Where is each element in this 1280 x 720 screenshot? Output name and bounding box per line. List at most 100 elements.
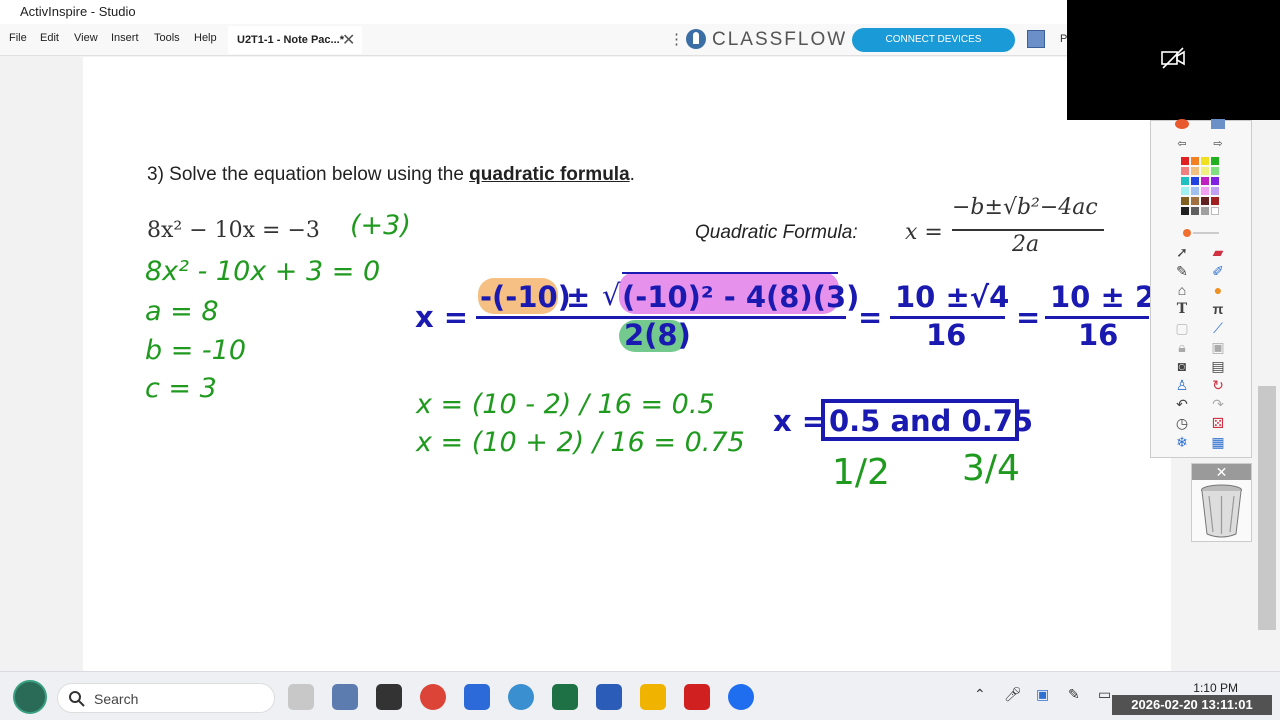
connect-devices-button[interactable]: CONNECT DEVICES <box>852 28 1015 52</box>
color-light-gray[interactable] <box>1201 207 1209 215</box>
chrome-app-icon[interactable] <box>420 684 446 710</box>
color-black[interactable] <box>1181 207 1189 215</box>
width-slider-track[interactable] <box>1193 232 1219 234</box>
color-magenta[interactable] <box>1201 177 1209 185</box>
flipchart-canvas[interactable] <box>83 57 1171 671</box>
menu-file[interactable]: File <box>9 32 27 44</box>
color-tan[interactable] <box>1191 197 1199 205</box>
acrobat-app-icon[interactable] <box>684 684 710 710</box>
shape-icon[interactable]: ● <box>1211 283 1225 297</box>
snowflake-tool-icon[interactable]: ❄ <box>1175 435 1189 449</box>
more-options-icon[interactable]: ⋮ <box>669 30 684 48</box>
video-off-icon <box>1161 47 1185 69</box>
color-orange[interactable] <box>1191 157 1199 165</box>
menu-edit[interactable]: Edit <box>40 32 59 44</box>
radical-overbar <box>622 272 838 274</box>
select-arrow-icon[interactable]: ➚ <box>1175 245 1189 259</box>
color-maroon[interactable] <box>1201 197 1209 205</box>
color-light-magenta[interactable] <box>1201 187 1209 195</box>
color-pink[interactable] <box>1181 167 1189 175</box>
windows-taskbar: Search ⌃ 🎤︎ ▣ ✎ ▭ 1:10 PM <box>0 671 1280 720</box>
color-gray[interactable] <box>1191 207 1199 215</box>
text-tool-icon[interactable]: T <box>1175 302 1189 316</box>
dice-icon[interactable]: ⚄ <box>1211 416 1225 430</box>
notepad-app-icon[interactable] <box>464 684 490 710</box>
tray-chevron-up-icon[interactable]: ⌃ <box>974 686 986 703</box>
calendar-app-icon[interactable] <box>332 684 358 710</box>
pen-icon[interactable]: ✎ <box>1175 264 1189 278</box>
tools-icon[interactable]: ▦ <box>1211 435 1225 449</box>
color-green[interactable] <box>1211 157 1219 165</box>
excel-app-icon[interactable] <box>552 684 578 710</box>
page-icon[interactable] <box>1211 119 1225 129</box>
reset-icon[interactable]: ↻ <box>1211 378 1225 392</box>
plus-minus-sign: ± <box>566 280 591 314</box>
color-white[interactable] <box>1211 207 1219 215</box>
color-teal[interactable] <box>1181 177 1189 185</box>
color-lavender[interactable] <box>1211 187 1219 195</box>
color-purple[interactable] <box>1211 177 1219 185</box>
redo-page-icon[interactable]: ⇨ <box>1211 137 1225 151</box>
spotlight-icon[interactable]: ♙ <box>1175 378 1189 392</box>
connector-icon[interactable]: ⟋ <box>1211 321 1225 335</box>
pen-tool-icon[interactable] <box>1175 119 1189 129</box>
answer-x-label: x = <box>773 404 827 438</box>
group-icon[interactable]: ▣ <box>1211 340 1225 354</box>
menu-tools[interactable]: Tools <box>154 32 180 44</box>
color-peach[interactable] <box>1191 167 1199 175</box>
color-light-yellow[interactable] <box>1201 167 1209 175</box>
original-equation: 8x² − 10x = −3 <box>147 218 320 243</box>
display-icon[interactable]: ▭ <box>1098 686 1111 703</box>
color-light-cyan[interactable] <box>1181 187 1189 195</box>
document-tab[interactable]: U2T1-1 - Note Pac...* ✕ <box>228 26 362 54</box>
activinspire-app-icon[interactable] <box>288 684 314 710</box>
camera-icon[interactable]: ◙ <box>1175 359 1189 373</box>
menu-view[interactable]: View <box>74 32 98 44</box>
snowflake-icon[interactable] <box>1027 30 1045 48</box>
answer-value: 0.5 and 0.75 <box>829 404 1034 438</box>
close-tab-icon[interactable]: ✕ <box>342 30 355 50</box>
calculator-app-icon[interactable] <box>376 684 402 710</box>
eraser-icon[interactable]: ▰ <box>1211 245 1225 259</box>
menu-insert[interactable]: Insert <box>111 32 139 44</box>
redo-icon[interactable]: ↷ <box>1211 397 1225 411</box>
step2-numerator: 10 ±√4 <box>895 280 1010 314</box>
solution-line-1: x = (10 - 2) / 16 = 0.5 <box>416 389 715 420</box>
tray-app-icon[interactable]: ▣ <box>1036 686 1049 703</box>
width-slider-handle[interactable] <box>1183 229 1191 237</box>
color-red[interactable] <box>1181 157 1189 165</box>
globe-app-icon[interactable] <box>508 684 534 710</box>
fill-icon[interactable]: ⌂ <box>1175 283 1189 297</box>
pen-tray-icon[interactable]: ✎ <box>1068 686 1080 703</box>
color-blue[interactable] <box>1191 177 1199 185</box>
trash-bin-icon[interactable] <box>1199 484 1244 539</box>
clear-icon[interactable]: ▢ <box>1175 321 1189 335</box>
color-light-green[interactable] <box>1211 167 1219 175</box>
color-dark-red[interactable] <box>1211 197 1219 205</box>
fraction-three-quarters: 3/4 <box>962 448 1020 489</box>
menu-help[interactable]: Help <box>194 32 217 44</box>
vertical-scrollbar[interactable] <box>1258 386 1276 630</box>
color-light-blue[interactable] <box>1191 187 1199 195</box>
zoom-app-icon[interactable] <box>728 684 754 710</box>
denominator-expression: 2(8) <box>624 318 691 352</box>
qf-fraction-line <box>952 229 1104 231</box>
reveal-icon[interactable]: ▤ <box>1211 359 1225 373</box>
undo-page-icon[interactable]: ⇦ <box>1175 137 1189 151</box>
math-pi-icon[interactable]: π <box>1211 302 1225 316</box>
start-button[interactable] <box>13 680 47 714</box>
color-yellow[interactable] <box>1201 157 1209 165</box>
microphone-icon[interactable]: 🎤︎ <box>1004 686 1022 703</box>
clock-icon[interactable]: ◷ <box>1175 416 1189 430</box>
taskbar-search[interactable]: Search <box>57 683 275 713</box>
file-explorer-icon[interactable] <box>640 684 666 710</box>
word-app-icon[interactable] <box>596 684 622 710</box>
color-brown[interactable] <box>1181 197 1189 205</box>
tray-clock[interactable]: 1:10 PM <box>1190 681 1238 695</box>
lock-icon[interactable]: 🔒︎ <box>1175 340 1189 354</box>
add-three-note: (+3) <box>350 210 411 241</box>
qf-denominator: 2a <box>1012 232 1040 257</box>
undo-icon[interactable]: ↶ <box>1175 397 1189 411</box>
close-trash-icon[interactable]: ✕ <box>1192 464 1251 480</box>
highlighter-icon[interactable]: ✐ <box>1211 264 1225 278</box>
